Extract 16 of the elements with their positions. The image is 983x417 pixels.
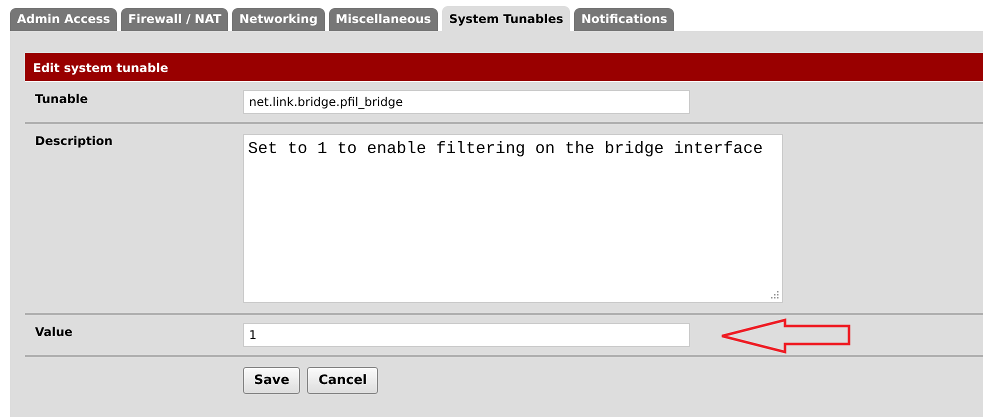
section-header: Edit system tunable xyxy=(25,53,983,82)
field-label: Description xyxy=(34,133,114,150)
resize-grip-icon[interactable] xyxy=(770,290,779,299)
tab[interactable]: Admin Access xyxy=(10,8,118,31)
field-label: Tunable xyxy=(34,91,89,108)
tab[interactable]: Firewall / NAT xyxy=(121,8,228,31)
tab[interactable]: Miscellaneous xyxy=(328,8,438,31)
form-button[interactable]: Cancel xyxy=(307,367,378,394)
input-field[interactable]: net.link.bridge.pfil_bridge xyxy=(243,90,690,114)
field-label: Value xyxy=(34,324,74,341)
tab[interactable]: Networking xyxy=(232,8,325,31)
input-field[interactable]: 1 xyxy=(243,323,690,347)
form-button[interactable]: Save xyxy=(243,367,300,394)
tab[interactable]: Notifications xyxy=(574,8,674,31)
tab[interactable]: System Tunables xyxy=(442,6,570,33)
description-field[interactable]: Set to 1 to enable filtering on the bridge interface xyxy=(243,134,783,303)
